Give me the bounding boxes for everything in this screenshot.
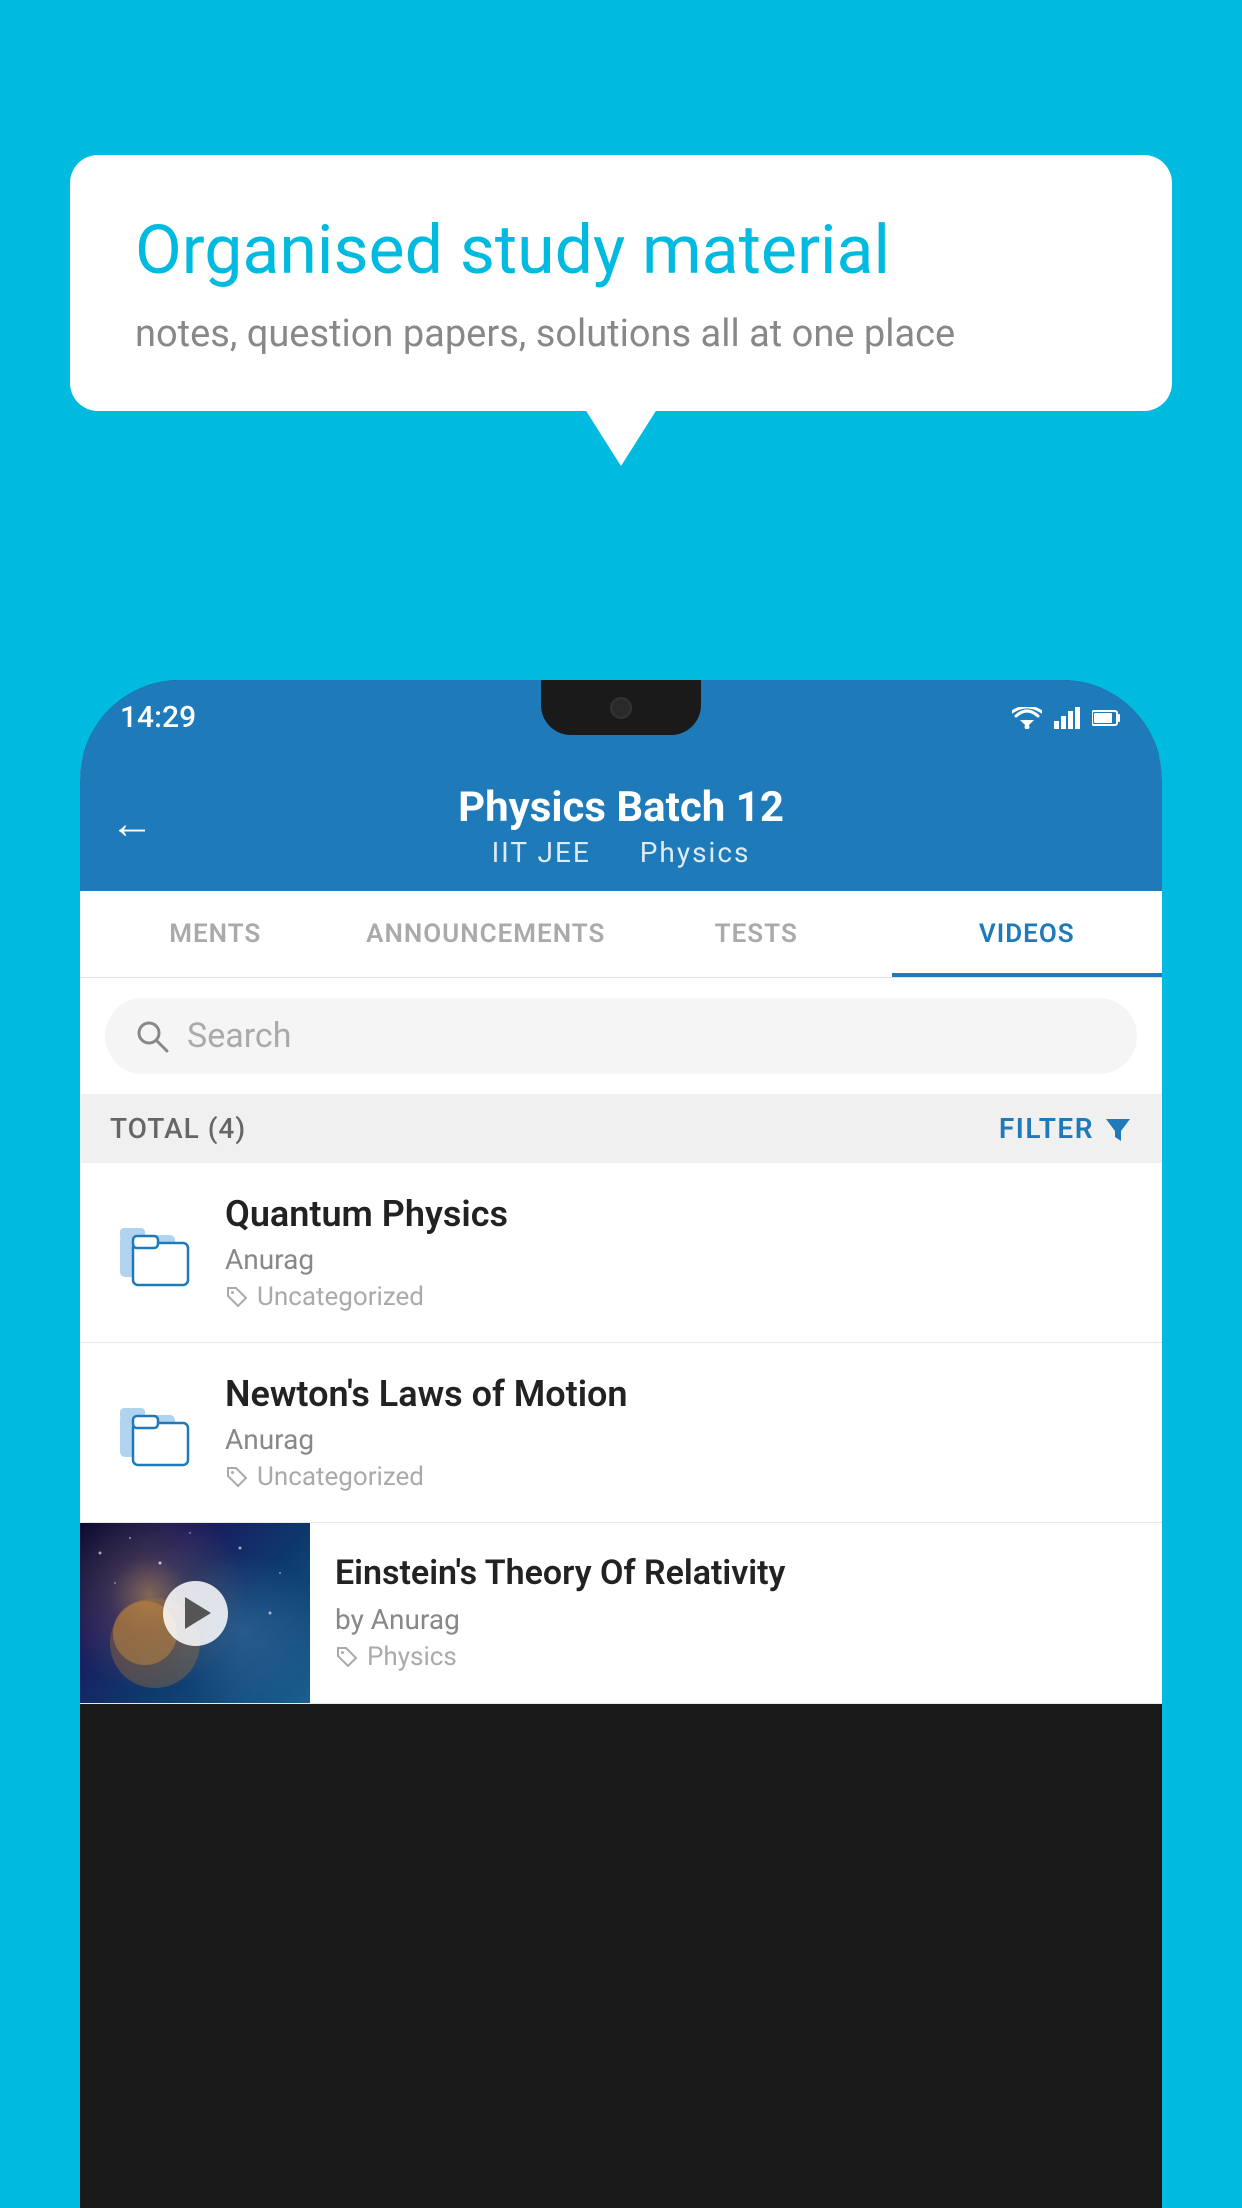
item-content-2: Newton's Laws of Motion Anurag Uncategor… [225,1373,1132,1492]
back-button[interactable]: ← [110,797,154,849]
tag-icon [335,1645,359,1669]
folder-icon [115,1388,195,1478]
list-item[interactable]: Newton's Laws of Motion Anurag Uncategor… [80,1343,1162,1523]
filter-bar: TOTAL (4) FILTER [80,1094,1162,1163]
tab-tests[interactable]: TESTS [621,891,892,977]
header-subtitle-left: IIT JEE [492,836,591,869]
item-tag-3: Physics [335,1642,1137,1672]
item-title-1: Quantum Physics [225,1193,1132,1235]
einstein-content: Einstein's Theory Of Relativity by Anura… [310,1523,1162,1700]
item-tag-text-1: Uncategorized [257,1282,424,1312]
folder-icon [115,1208,195,1298]
phone-screen: ← Physics Batch 12 IIT JEE Physics MENTS… [80,755,1162,1704]
speech-bubble: Organised study material notes, question… [70,155,1172,411]
tag-icon [225,1285,249,1309]
search-bar[interactable]: Search [105,998,1137,1074]
tab-ments[interactable]: MENTS [80,891,351,977]
app-header: ← Physics Batch 12 IIT JEE Physics [80,755,1162,891]
tab-videos[interactable]: VIDEOS [892,891,1163,977]
bubble-title: Organised study material [135,210,1107,292]
header-subtitle: IIT JEE Physics [482,836,761,869]
item-tag-text-2: Uncategorized [257,1462,424,1492]
status-bar: 14:29 [80,680,1162,755]
video-thumbnail [80,1523,310,1703]
filter-label: FILTER [999,1112,1094,1145]
battery-icon [1092,709,1122,727]
search-icon [135,1019,169,1053]
item-content-1: Quantum Physics Anurag Uncategorized [225,1193,1132,1312]
item-tag-2: Uncategorized [225,1462,1132,1492]
total-count: TOTAL (4) [110,1112,246,1145]
item-author-1: Anurag [225,1243,1132,1276]
notch [541,680,701,735]
item-author-3: by Anurag [335,1603,1137,1636]
play-triangle-icon [185,1597,211,1629]
item-icon-2 [110,1383,200,1483]
tag-icon [225,1465,249,1489]
item-tag-1: Uncategorized [225,1282,1132,1312]
status-time: 14:29 [120,700,196,735]
wifi-icon [1012,707,1042,729]
filter-button[interactable]: FILTER [999,1112,1132,1145]
search-container: Search [80,978,1162,1094]
item-title-2: Newton's Laws of Motion [225,1373,1132,1415]
item-title-3: Einstein's Theory Of Relativity [335,1551,1137,1595]
list-item[interactable]: Quantum Physics Anurag Uncategorized [80,1163,1162,1343]
item-author-2: Anurag [225,1423,1132,1456]
play-button[interactable] [163,1581,228,1646]
status-icons [1012,707,1122,729]
speech-bubble-container: Organised study material notes, question… [70,155,1172,411]
camera-dot [610,697,632,719]
tabs-container: MENTS ANNOUNCEMENTS TESTS VIDEOS [80,891,1162,978]
signal-icon [1054,707,1080,729]
phone-frame: 14:29 [80,680,1162,2208]
list-container: Quantum Physics Anurag Uncategorized [80,1163,1162,1704]
item-tag-text-3: Physics [367,1642,457,1672]
list-item[interactable]: Einstein's Theory Of Relativity by Anura… [80,1523,1162,1704]
header-title: Physics Batch 12 [458,783,784,832]
tab-announcements[interactable]: ANNOUNCEMENTS [351,891,622,977]
search-placeholder: Search [187,1016,291,1056]
header-subtitle-right: Physics [640,836,751,869]
item-icon-1 [110,1203,200,1303]
bubble-subtitle: notes, question papers, solutions all at… [135,312,1107,356]
filter-icon [1104,1115,1132,1143]
